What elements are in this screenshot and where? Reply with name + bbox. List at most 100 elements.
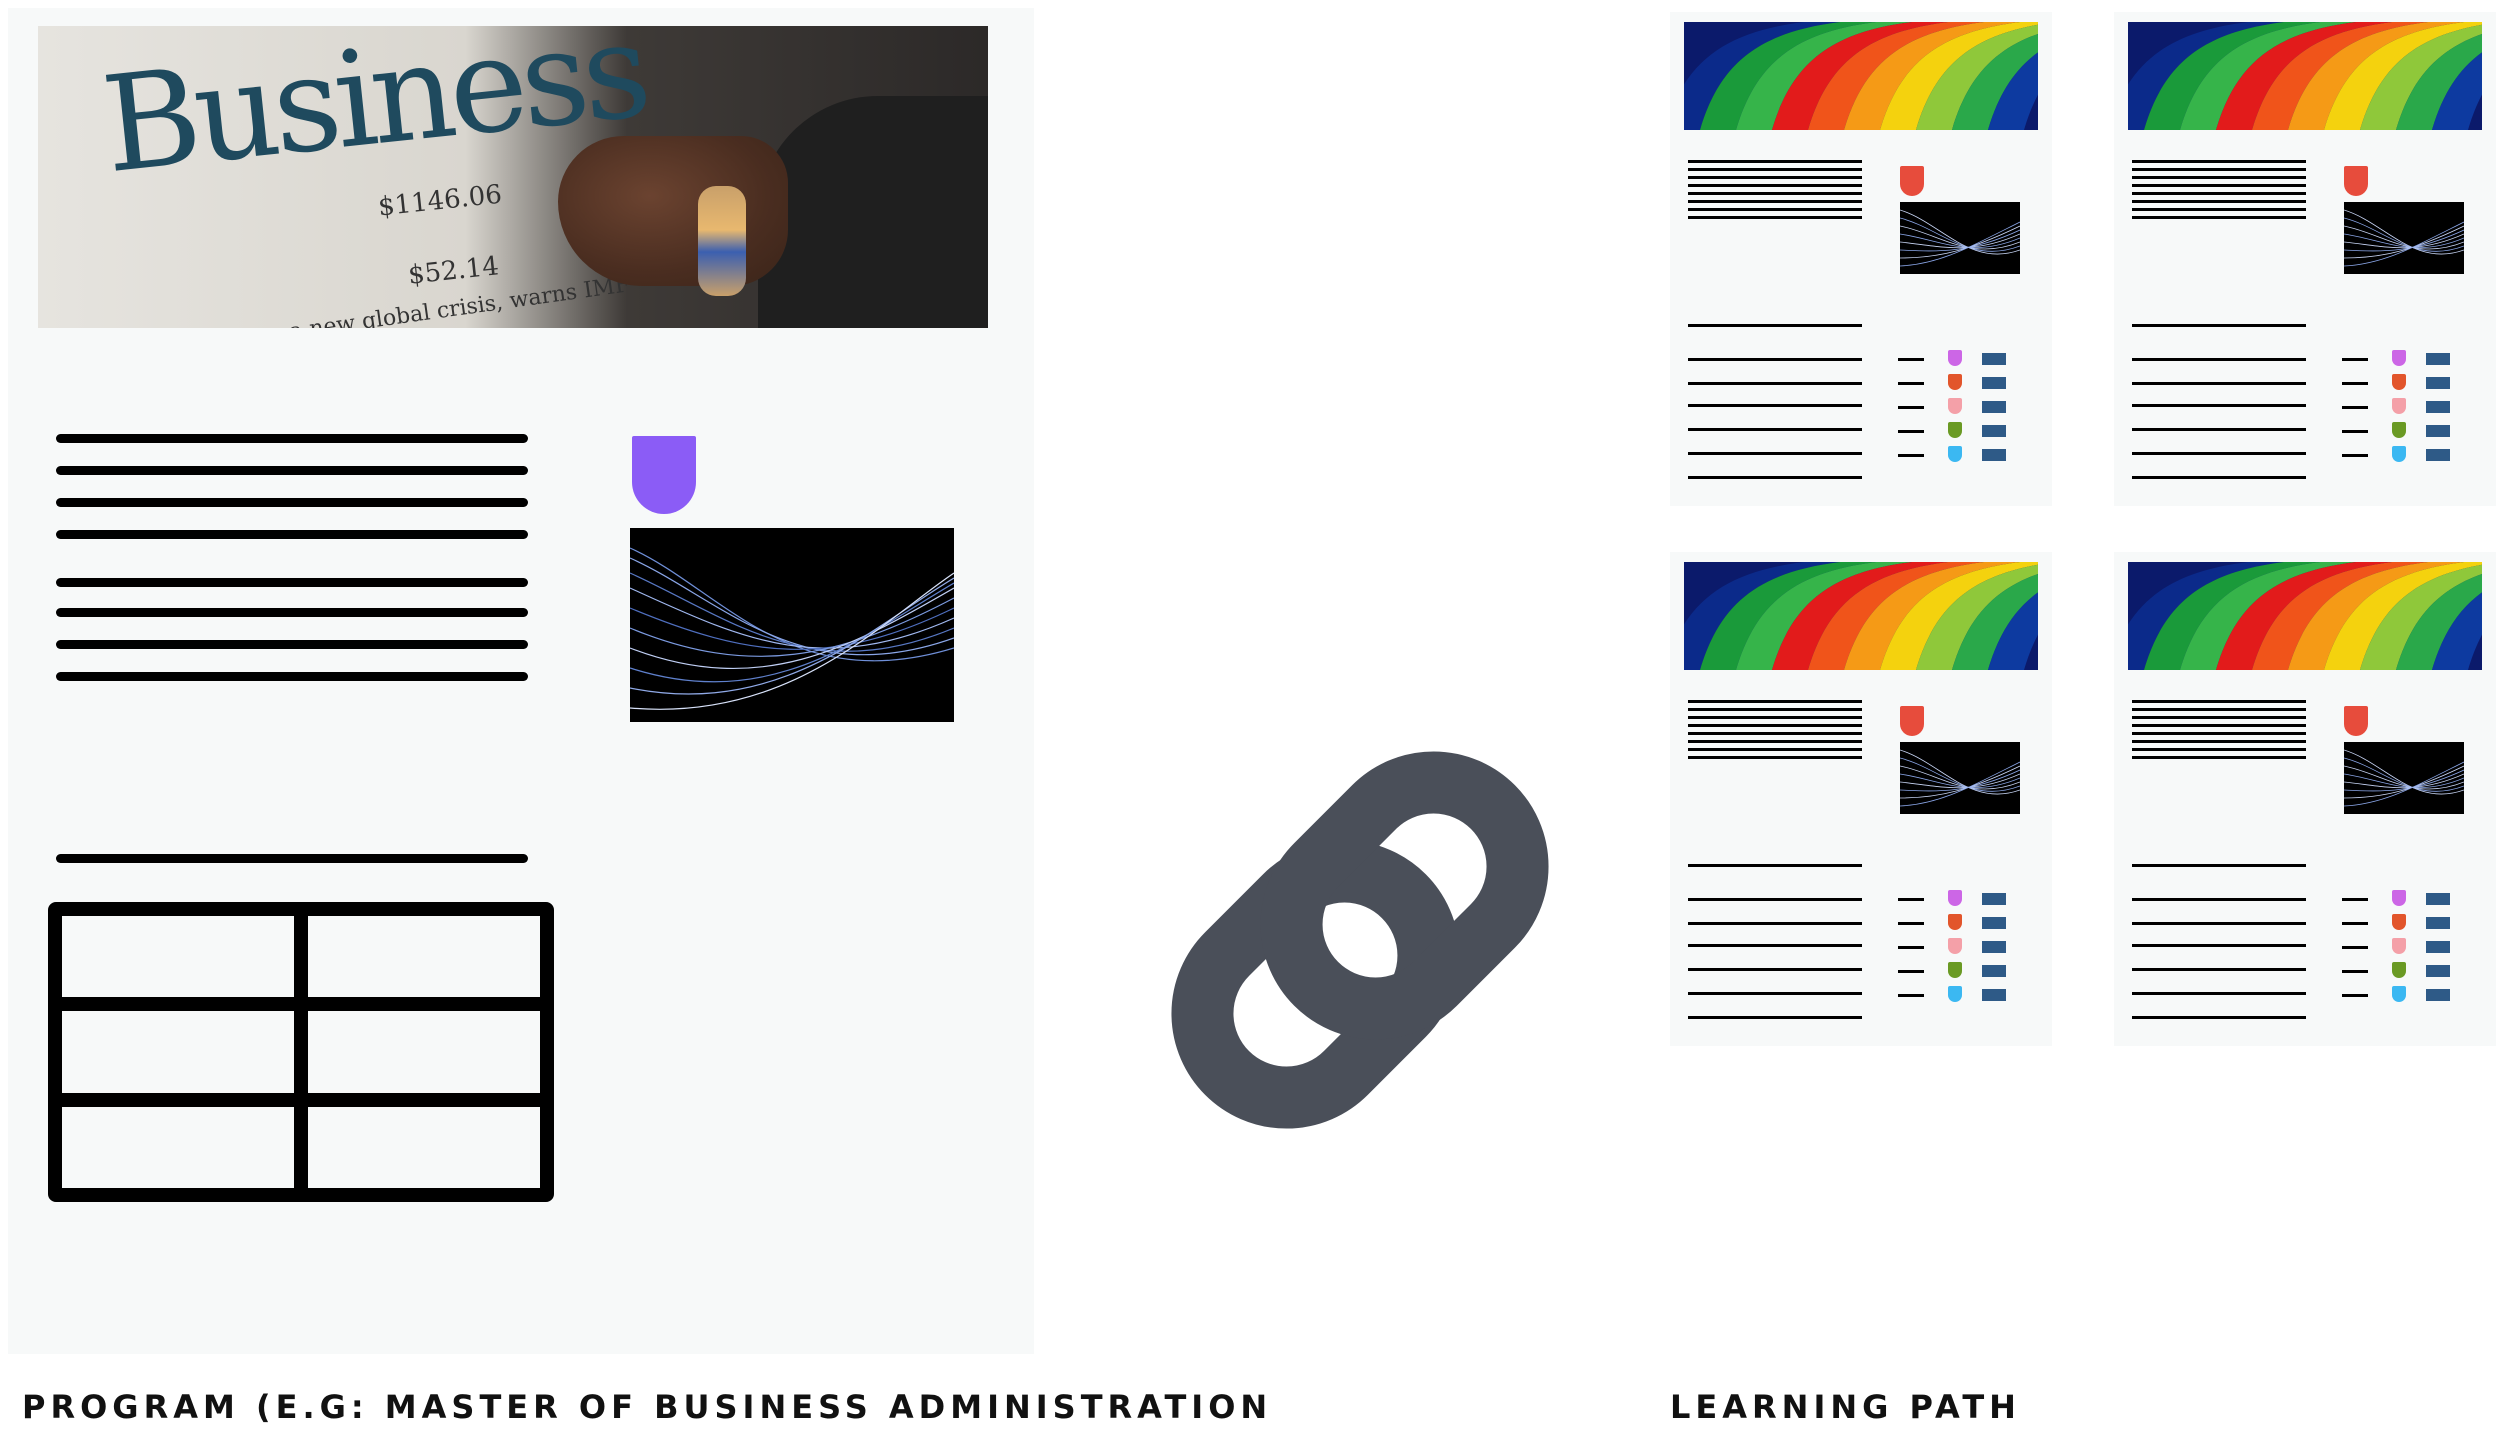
table-cell [62,1106,294,1188]
text-line [2132,944,2306,947]
text-line [1688,452,1862,455]
text-line [1688,192,1862,195]
legend-dash [1898,898,1924,901]
legend-dot [1948,962,1962,978]
legend-dot [2392,986,2406,1002]
text-line [1688,160,1862,163]
legend-bar [2426,893,2450,905]
legend-bar [2426,425,2450,437]
learning-path-hero-image [2128,562,2482,670]
text-line [2132,748,2306,751]
legend-dot [1948,446,1962,462]
legend-dash [2342,994,2368,997]
text-line [2132,324,2306,327]
text-line [56,498,528,507]
learning-path-page [2114,552,2496,1046]
learning-path-hero-image [2128,22,2482,130]
legend-dash [1898,970,1924,973]
text-line [1688,216,1862,219]
text-line [1688,898,1862,901]
legend-bar [1982,941,2006,953]
text-line [2132,452,2306,455]
table-cell [308,916,540,998]
legend-dot [2392,890,2406,906]
legend-dash [1898,430,1924,433]
text-line [1688,358,1862,361]
learning-path-page [2114,12,2496,506]
legend-bar [1982,449,2006,461]
text-line [1688,200,1862,203]
text-line [1688,208,1862,211]
legend-dot [1948,374,1962,390]
legend-dash [2342,922,2368,925]
legend-bar [1982,401,2006,413]
learning-path-abstract-image [2344,742,2464,814]
text-line [56,578,528,587]
learning-path-hero-image [1684,22,2038,130]
hero-hand [558,136,788,286]
legend-dash [1898,358,1924,361]
learning-path-badge [1900,166,1924,196]
learning-path-abstract-image [2344,202,2464,274]
text-line [2132,160,2306,163]
text-line [1688,404,1862,407]
learning-path-badge [2344,166,2368,196]
legend-bar [2426,917,2450,929]
legend-dot [2392,962,2406,978]
legend-dash [1898,922,1924,925]
learning-path-abstract-image [1900,742,2020,814]
text-line [1688,324,1862,327]
learning-path-hero-image [1684,562,2038,670]
legend-bar [2426,401,2450,413]
text-line [1688,756,1862,759]
text-line [56,434,528,443]
text-line [1688,922,1862,925]
legend-dot [1948,938,1962,954]
text-line [56,672,528,681]
text-line [2132,708,2306,711]
hero-watch [698,186,746,296]
text-line [2132,756,2306,759]
table-cell [62,916,294,998]
text-line [2132,476,2306,479]
program-badge [632,436,696,514]
legend-dash [2342,898,2368,901]
legend-bar [1982,353,2006,365]
text-line [1688,748,1862,751]
text-line [56,530,528,539]
legend-dot [2392,938,2406,954]
text-line [2132,208,2306,211]
legend-bar [2426,353,2450,365]
learning-path-badge [2344,706,2368,736]
legend-bar [1982,965,2006,977]
text-line [2132,168,2306,171]
hero-price: $1146.06 [376,179,504,223]
text-line [1688,428,1862,431]
text-line [1688,184,1862,187]
text-line [2132,864,2306,867]
text-line [1688,992,1862,995]
legend-dot [1948,890,1962,906]
legend-dot [1948,350,1962,366]
legend-bar [1982,377,2006,389]
legend-bar [2426,989,2450,1001]
legend-bar [1982,893,2006,905]
text-line [1688,1016,1862,1019]
legend-dot [1948,422,1962,438]
program-abstract-image [630,528,954,722]
legend-bar [2426,377,2450,389]
learning-path-caption: LEARNING PATH [1670,1388,2021,1426]
table-cell [308,1106,540,1188]
text-line [2132,428,2306,431]
text-line [2132,184,2306,187]
text-line [1688,700,1862,703]
legend-dash [2342,946,2368,949]
text-line [1688,944,1862,947]
text-line [2132,968,2306,971]
legend-dash [2342,406,2368,409]
program-caption: PROGRAM (E.G: MASTER OF BUSINESS ADMINIS… [22,1388,1273,1426]
text-line [2132,732,2306,735]
text-line [1688,968,1862,971]
legend-dash [2342,382,2368,385]
text-line [2132,716,2306,719]
